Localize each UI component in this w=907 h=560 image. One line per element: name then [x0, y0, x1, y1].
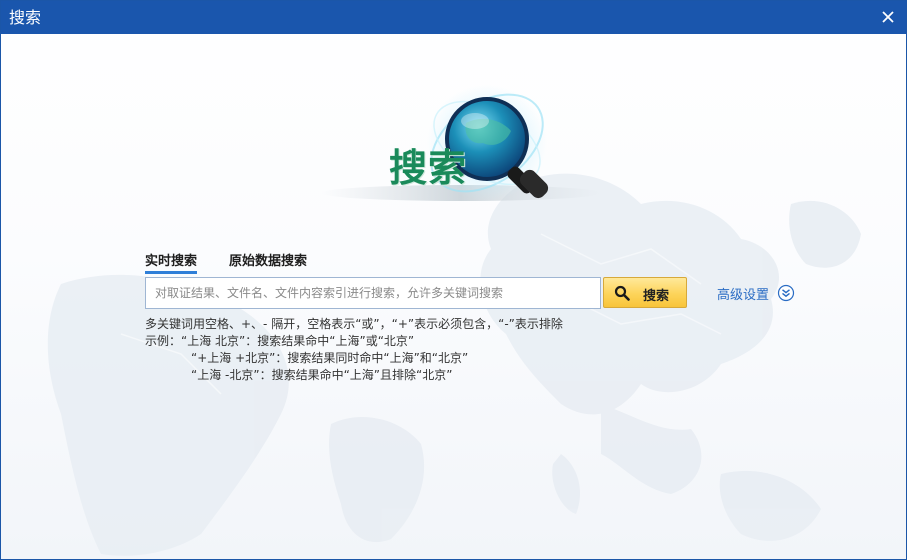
tab-realtime-search[interactable]: 实时搜索 — [145, 250, 198, 274]
help-example-item: “上海 北京”：搜索结果命中“上海”或“北京” — [181, 334, 415, 348]
advanced-settings-link[interactable]: 高级设置 — [717, 284, 769, 303]
close-icon[interactable] — [880, 9, 896, 25]
search-icon — [614, 285, 630, 301]
search-window: 搜索 搜索 实时搜索 原始数据搜索 对取证结果、文件名、文件内容索引进行搜索，允… — [0, 0, 907, 560]
help-example-row: 示例：“上海 北京”：搜索结果命中“上海”或“北京” — [145, 333, 563, 350]
search-button-label: 搜索 — [643, 289, 670, 304]
help-example-item: “上海 -北京”：搜索结果命中“上海”且排除“北京” — [191, 368, 453, 382]
window-title: 搜索 — [9, 8, 42, 27]
help-example-item: “+上海 +北京”：搜索结果同时命中“上海”和“北京” — [191, 351, 469, 365]
help-rule: 多关键词用空格、+、- 隔开，空格表示“或”，“+”表示必须包含，“-”表示排除 — [145, 317, 563, 331]
search-help: 多关键词用空格、+、- 隔开，空格表示“或”，“+”表示必须包含，“-”表示排除… — [145, 316, 563, 384]
logo-text: 搜索 — [389, 146, 468, 190]
title-bar[interactable]: 搜索 — [1, 1, 906, 34]
search-button[interactable]: 搜索 — [603, 277, 687, 308]
search-logo: 搜索 — [301, 73, 611, 213]
double-chevron-down-icon[interactable] — [777, 284, 795, 302]
help-example-label: 示例： — [145, 334, 182, 348]
tab-raw-data-search[interactable]: 原始数据搜索 — [229, 250, 307, 269]
search-input[interactable] — [145, 277, 601, 309]
